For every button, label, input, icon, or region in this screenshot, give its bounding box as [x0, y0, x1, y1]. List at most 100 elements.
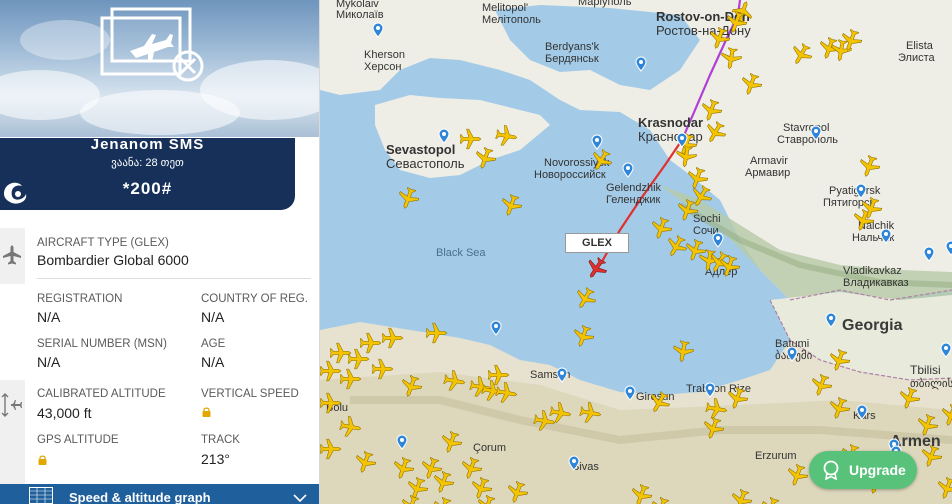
aircraft-icon[interactable] — [494, 123, 519, 148]
altitude-icon-column — [0, 380, 25, 484]
calibrated-altitude-value: 43,000 ft — [37, 405, 92, 421]
map-label-tbilisi: Tbilisi — [910, 363, 941, 377]
map-label-kherson: Kherson — [364, 49, 405, 61]
airport-pin-icon[interactable] — [372, 22, 384, 38]
aircraft-icon[interactable] — [426, 322, 448, 344]
airport-pin-icon[interactable] — [635, 56, 647, 72]
aircraft-icon[interactable] — [670, 339, 695, 364]
age-value: N/A — [201, 354, 225, 370]
airport-pin-icon[interactable] — [855, 183, 867, 199]
aircraft-icon[interactable] — [488, 364, 510, 386]
serial-number-value: N/A — [37, 354, 61, 370]
map-label-georgia: Georgia — [842, 317, 903, 334]
registration-label: REGISTRATION — [37, 293, 123, 305]
map-label-melitopol: Melitopol' — [482, 2, 529, 14]
map-label-mariupol: Маріуполь — [578, 0, 632, 8]
map-label-black-sea: Black Sea — [436, 247, 486, 259]
map-label-mykolaiv-uk: Миколаїв — [336, 9, 384, 21]
map-label-erzurum: Erzurum — [755, 450, 797, 462]
airport-pin-icon[interactable] — [438, 128, 450, 144]
age-label: AGE — [201, 338, 226, 350]
airport-pin-icon[interactable] — [945, 240, 952, 256]
airport-pin-icon[interactable] — [786, 346, 798, 362]
banner-code: *200# — [122, 179, 173, 198]
airport-pin-icon[interactable] — [490, 320, 502, 336]
aircraft-icon[interactable] — [382, 327, 404, 349]
track-label: TRACK — [201, 434, 240, 446]
altitude-icon — [1, 393, 22, 417]
aircraft-icon[interactable] — [338, 414, 363, 439]
airport-pin-icon[interactable] — [624, 385, 636, 401]
badge-icon — [823, 460, 839, 480]
map-label-berdyansk-uk: Бердянськ — [545, 53, 599, 65]
upgrade-label: Upgrade — [849, 462, 906, 478]
map-label-sevastopol-ru: Севастополь — [386, 156, 465, 171]
aircraft-type-icon-column — [0, 228, 25, 284]
airport-pin-icon[interactable] — [712, 232, 724, 248]
map-label-armavir-ru: Армавир — [745, 167, 791, 179]
airport-pin-icon[interactable] — [396, 434, 408, 450]
speed-altitude-graph-label: Speed & altitude graph — [69, 490, 211, 504]
map-label-tbilisi-ka: თბილისი — [910, 378, 952, 390]
speed-altitude-graph-toggle[interactable]: Speed & altitude graph — [0, 484, 319, 504]
aircraft-icon[interactable] — [320, 360, 342, 382]
map-label-berdyansk: Berdyans'k — [545, 41, 600, 53]
airport-pin-icon[interactable] — [676, 132, 688, 148]
map-label-krasnodar: Krasnodar — [638, 115, 704, 130]
flight-map[interactable]: Mykolaiv Миколаїв Melitopol' Мелітополь … — [320, 0, 952, 504]
aircraft-icon[interactable] — [372, 358, 394, 380]
map-label-kherson-uk: Херсон — [364, 61, 402, 73]
lock-icon[interactable] — [38, 455, 47, 465]
aircraft-type-value: Bombardier Global 6000 — [37, 252, 189, 268]
lock-icon[interactable] — [202, 407, 211, 417]
aircraft-photo — [0, 0, 319, 137]
gps-altitude-label: GPS ALTITUDE — [37, 434, 119, 446]
airplane-icon — [3, 245, 21, 265]
upgrade-button[interactable]: Upgrade — [809, 451, 917, 489]
map-label-elista: Elista — [906, 40, 933, 52]
registration-value: N/A — [37, 309, 61, 325]
airport-pin-icon[interactable] — [556, 367, 568, 383]
map-label-sevastopol: Sevastopol — [386, 142, 456, 157]
carrier-logo-icon — [4, 182, 27, 204]
aircraft-icon[interactable] — [320, 392, 342, 414]
flight-details-panel: Jenanom SMS ვაანა: 28 თეთ *200# AIRCRAFT… — [0, 0, 320, 504]
track-value: 213° — [201, 451, 230, 467]
airport-pin-icon[interactable] — [810, 125, 822, 141]
airport-pin-icon[interactable] — [923, 246, 935, 262]
promo-banner[interactable]: Jenanom SMS ვაანა: 28 თეთ *200# — [0, 136, 295, 210]
aircraft-icon[interactable] — [320, 438, 342, 460]
map-label-stavropol-ru: Ставрополь — [777, 134, 839, 146]
map-label-gelendzhik: Gelendzhik — [606, 182, 662, 194]
map-label-vladikavkaz-ru: Владикавказ — [843, 277, 909, 289]
aircraft-icon[interactable] — [442, 368, 467, 393]
map-label-gelendzhik-ru: Геленджик — [606, 194, 661, 206]
aircraft-type-label: AIRCRAFT TYPE (GLEX) — [37, 237, 169, 249]
map-label-corum: Çorum — [473, 442, 507, 454]
no-photo-icon[interactable] — [100, 6, 205, 86]
airport-pin-icon[interactable] — [940, 342, 952, 358]
aircraft-icon[interactable] — [578, 400, 603, 425]
aircraft-icon[interactable] — [718, 46, 743, 71]
banner-title: Jenanom SMS — [90, 136, 205, 153]
divider — [37, 278, 311, 279]
map-label-melitopol-uk: Мелітополь — [482, 14, 541, 26]
graph-icon — [29, 487, 53, 504]
calibrated-altitude-label: CALIBRATED ALTITUDE — [37, 388, 166, 400]
airport-pin-icon[interactable] — [704, 382, 716, 398]
country-of-reg-label: COUNTRY OF REG. — [201, 293, 308, 305]
country-of-reg-value: N/A — [201, 309, 225, 325]
aircraft-icon[interactable] — [532, 408, 557, 433]
aircraft-icon[interactable] — [340, 368, 362, 390]
airport-pin-icon[interactable] — [568, 455, 580, 471]
airport-pin-icon[interactable] — [622, 162, 634, 178]
map-label-stavropol: Stavropol — [783, 122, 830, 134]
serial-number-label: SERIAL NUMBER (MSN) — [37, 338, 167, 350]
airport-pin-icon[interactable] — [880, 228, 892, 244]
chevron-down-icon — [293, 494, 307, 502]
airport-pin-icon[interactable] — [825, 312, 837, 328]
selected-flight-label[interactable]: GLEX — [565, 233, 629, 253]
airport-pin-icon[interactable] — [856, 404, 868, 420]
aircraft-icon[interactable] — [348, 348, 370, 370]
airport-pin-icon[interactable] — [591, 134, 603, 150]
